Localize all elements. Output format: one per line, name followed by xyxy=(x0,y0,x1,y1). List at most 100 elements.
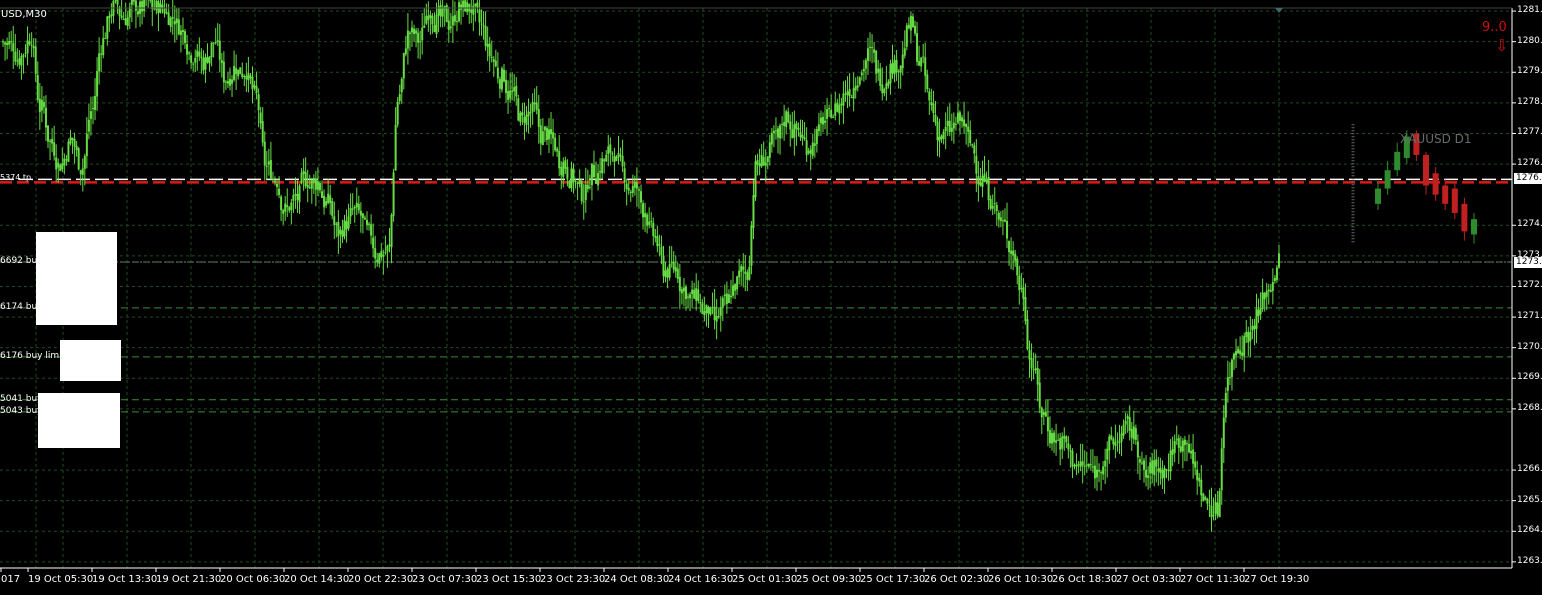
candle-body xyxy=(543,126,546,131)
candle-body xyxy=(793,124,796,138)
mini-candle-body xyxy=(1471,219,1477,235)
time-axis-label: 27 Oct 03:30 xyxy=(1116,574,1182,585)
candle-body xyxy=(1110,435,1113,440)
candle-body xyxy=(635,182,638,189)
candle-body xyxy=(1151,460,1154,474)
price-chart[interactable] xyxy=(0,0,1542,595)
candle-body xyxy=(531,102,534,112)
candle-body xyxy=(1061,436,1064,449)
candle-body xyxy=(595,178,598,184)
shift-marker-icon xyxy=(1275,8,1283,13)
time-axis-label: 20 Oct 06:30 xyxy=(220,574,286,585)
candle-body xyxy=(376,259,379,263)
candle-body xyxy=(1100,472,1103,474)
candle-body xyxy=(259,112,262,124)
candle-body xyxy=(832,116,835,118)
candle-body xyxy=(509,90,512,99)
candle-body xyxy=(398,94,401,101)
candle-body xyxy=(61,163,64,170)
candle-body xyxy=(1255,308,1258,330)
candle-body xyxy=(875,50,878,74)
candle-body xyxy=(18,58,21,65)
candle-body xyxy=(824,120,827,123)
candle-body xyxy=(51,138,54,144)
time-axis-label: 19 Oct 05:30 xyxy=(28,574,94,585)
candle-body xyxy=(102,38,105,56)
candle-body xyxy=(811,142,814,156)
candle-body xyxy=(911,16,914,28)
candle-body xyxy=(327,193,330,204)
time-axis-label: 20 Oct 14:30 xyxy=(284,574,350,585)
candle-body xyxy=(997,212,1000,220)
mini-candle-body xyxy=(1451,188,1458,214)
price-axis-label: 1280. xyxy=(1517,35,1542,46)
candle-body xyxy=(190,55,193,63)
candle-body xyxy=(1028,349,1031,360)
candle-body xyxy=(682,287,685,292)
candle-body xyxy=(944,126,947,132)
candle-body xyxy=(725,293,728,305)
candle-body xyxy=(417,32,420,43)
candle-body xyxy=(404,48,407,55)
time-axis-label: 25 Oct 01:30 xyxy=(732,574,798,585)
candle-body xyxy=(1206,498,1209,504)
candle-body xyxy=(239,67,242,74)
candle-body xyxy=(1251,325,1254,331)
candle-body xyxy=(2,41,5,43)
candle-body xyxy=(1065,436,1068,443)
candle-body xyxy=(1046,417,1049,432)
candle-body xyxy=(349,208,352,217)
candle-body xyxy=(852,88,855,99)
candle-body xyxy=(34,46,37,74)
chart-window[interactable]: 1281. 1280. 1279. 1278. 1277. 1276. 1274. 1273.… xyxy=(0,0,1542,595)
candle-body xyxy=(666,268,669,278)
candle-body xyxy=(1181,440,1184,452)
candle-body xyxy=(502,69,505,82)
candle-body xyxy=(235,68,238,74)
candle-body xyxy=(157,1,160,14)
order-label: 6176 buy limit xyxy=(0,350,66,361)
candle-body xyxy=(1124,420,1127,425)
candle-body xyxy=(889,63,892,84)
candle-body xyxy=(220,60,223,64)
candle-body xyxy=(392,172,395,216)
candle-body xyxy=(273,180,276,183)
candle-body xyxy=(1263,293,1266,300)
candle-body xyxy=(633,182,636,188)
candle-body xyxy=(881,84,884,94)
candle-body xyxy=(1042,411,1045,415)
candle-body xyxy=(14,51,17,62)
candle-body xyxy=(862,68,865,72)
candle-body xyxy=(807,150,810,154)
candle-body xyxy=(431,15,434,25)
candle-body xyxy=(372,237,375,249)
candle-body xyxy=(721,297,724,308)
candle-body xyxy=(1153,460,1156,476)
candle-body xyxy=(734,284,737,291)
candle-body xyxy=(552,132,555,139)
candle-body xyxy=(402,53,405,79)
candle-body xyxy=(985,178,988,183)
candle-body xyxy=(1216,502,1219,516)
candle-body xyxy=(934,114,937,123)
candle-body xyxy=(132,0,135,2)
candle-body xyxy=(926,74,929,90)
candle-body xyxy=(1091,466,1094,468)
candle-body xyxy=(441,7,444,17)
candle-body xyxy=(813,143,816,146)
candle-body xyxy=(241,73,244,77)
candle-body xyxy=(1147,475,1150,478)
candle-body xyxy=(744,271,747,274)
candle-body xyxy=(1220,448,1223,491)
candle-body xyxy=(406,30,409,49)
time-axis-label: 25 Oct 09:30 xyxy=(796,574,862,585)
candle-body xyxy=(897,71,900,73)
candle-body xyxy=(67,141,70,163)
candle-body xyxy=(613,155,616,163)
candle-body xyxy=(94,96,97,110)
candle-body xyxy=(53,142,56,156)
candle-body xyxy=(1190,450,1193,454)
candle-body xyxy=(288,207,291,211)
candle-body xyxy=(198,51,201,57)
candle-body xyxy=(1138,459,1141,463)
